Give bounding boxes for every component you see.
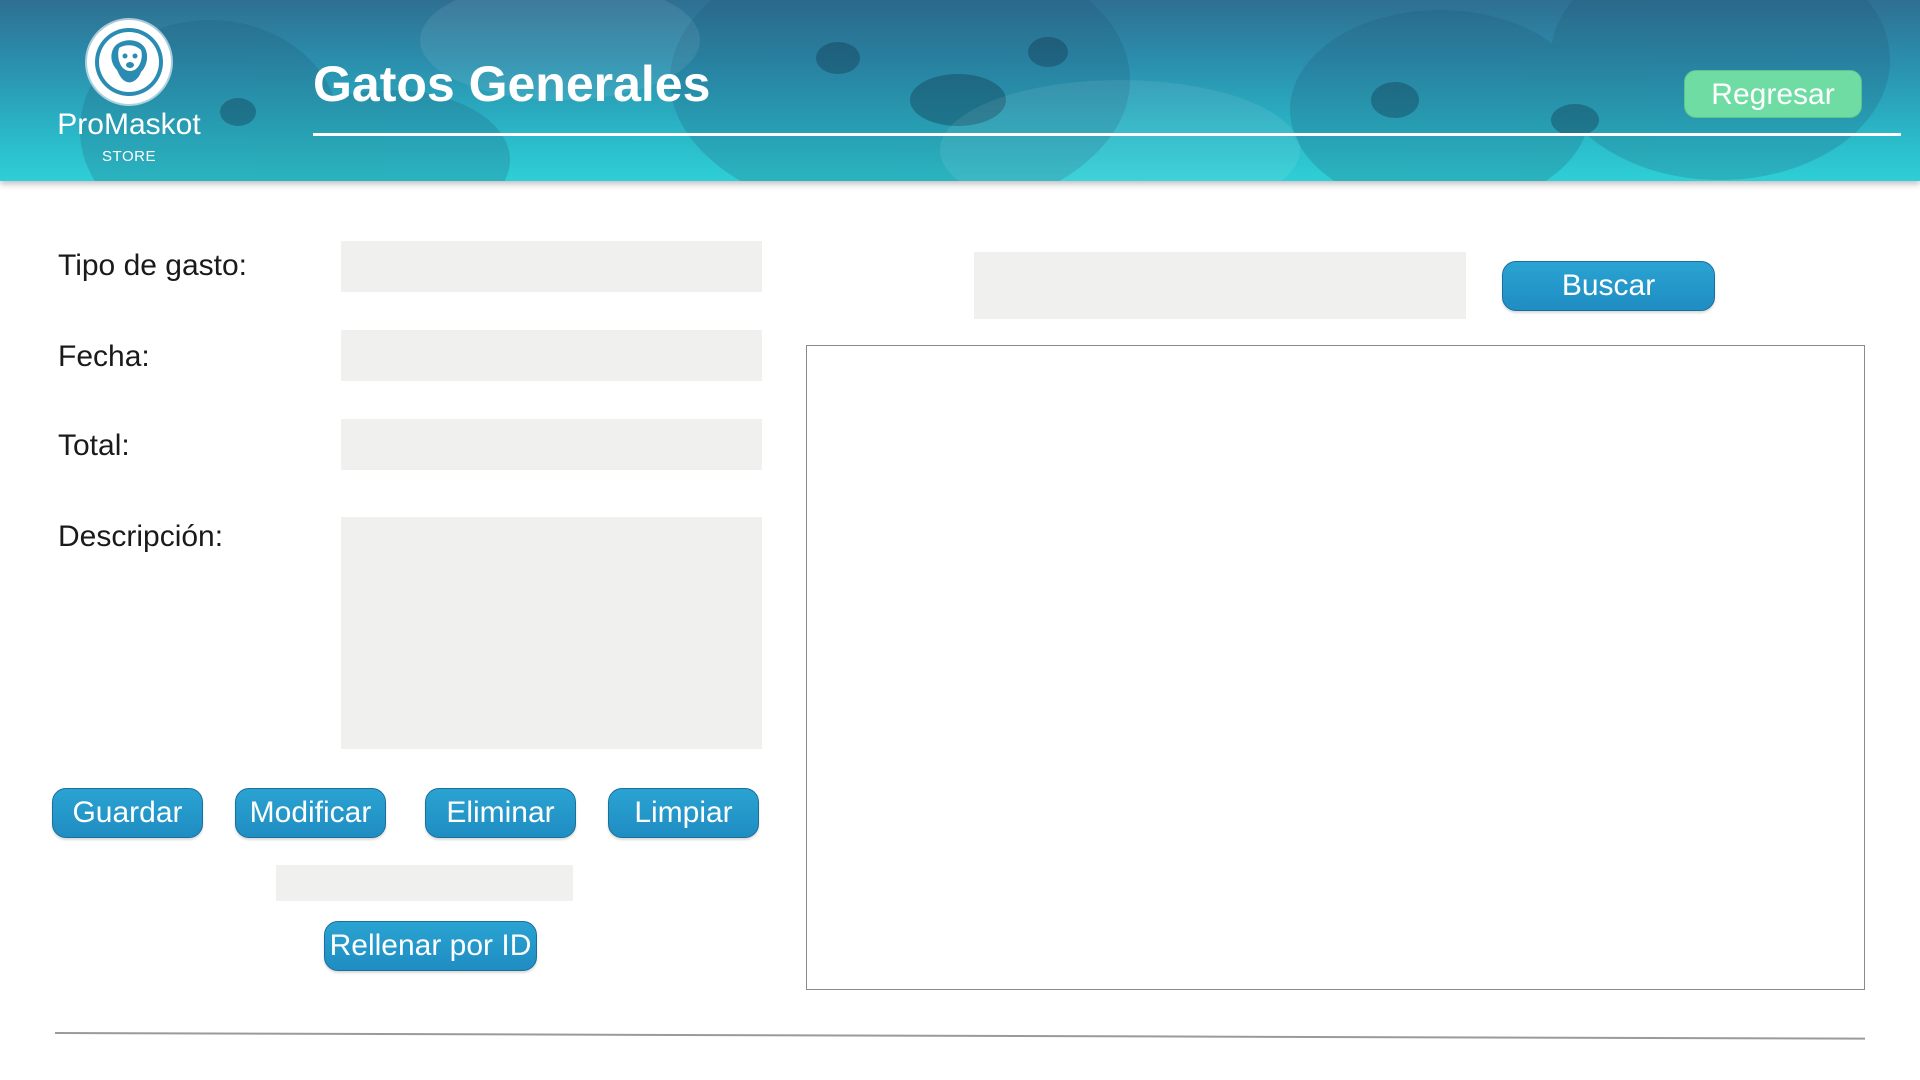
tipo-gasto-label: Tipo de gasto: bbox=[58, 249, 248, 282]
header-banner: ProMaskot STORE Gatos Generales Regresar bbox=[0, 0, 1920, 181]
descripcion-textarea[interactable] bbox=[341, 517, 762, 749]
brand-subtitle: STORE bbox=[102, 148, 156, 165]
descripcion-label: Descripción: bbox=[58, 520, 224, 553]
page-title: Gatos Generales bbox=[313, 56, 711, 112]
logo bbox=[87, 20, 171, 104]
results-grid[interactable] bbox=[806, 345, 1865, 990]
fecha-input[interactable] bbox=[341, 330, 762, 381]
total-label: Total: bbox=[58, 429, 130, 462]
dog-head-logo-icon bbox=[95, 28, 163, 96]
eliminar-button[interactable]: Eliminar bbox=[425, 788, 576, 838]
modificar-button[interactable]: Modificar bbox=[235, 788, 386, 838]
tipo-gasto-input[interactable] bbox=[341, 241, 762, 292]
dog-photo-background bbox=[80, 0, 1890, 181]
footer-divider bbox=[54, 1032, 1865, 1040]
brand-name: ProMaskot bbox=[57, 108, 201, 141]
search-input[interactable] bbox=[974, 252, 1466, 319]
guardar-button[interactable]: Guardar bbox=[52, 788, 203, 838]
rellenar-por-id-button[interactable]: Rellenar por ID bbox=[324, 921, 537, 971]
fecha-label: Fecha: bbox=[58, 340, 150, 373]
total-input[interactable] bbox=[341, 419, 762, 470]
buscar-button[interactable]: Buscar bbox=[1502, 261, 1715, 311]
page: ProMaskot STORE Gatos Generales Regresar… bbox=[0, 0, 1920, 1080]
limpiar-button[interactable]: Limpiar bbox=[608, 788, 759, 838]
title-underline bbox=[313, 133, 1901, 136]
back-button[interactable]: Regresar bbox=[1684, 70, 1862, 118]
id-input[interactable] bbox=[276, 865, 573, 901]
